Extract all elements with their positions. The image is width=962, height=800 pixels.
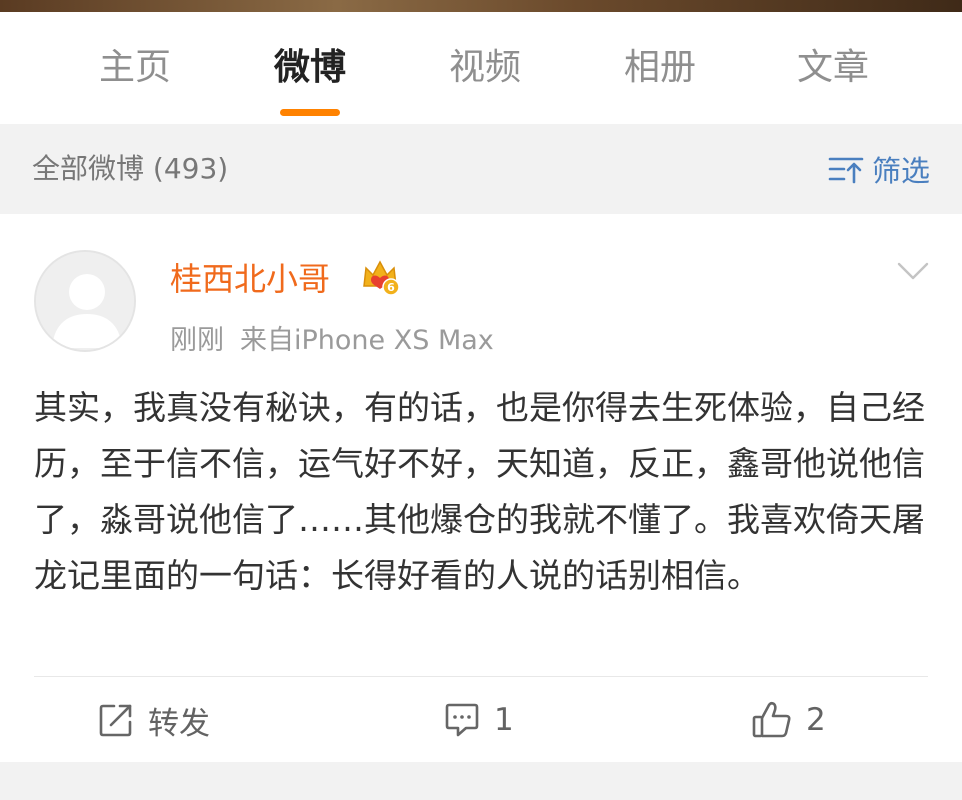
filter-button-label: 筛选 bbox=[871, 154, 930, 188]
profile-tab-bar: 主页 微博 视频 相册 文章 bbox=[0, 12, 962, 124]
tab-articles-label: 文章 bbox=[796, 47, 869, 88]
post-meta: 刚刚 来自iPhone XS Max bbox=[170, 318, 510, 357]
thumbs-up-icon bbox=[752, 701, 791, 738]
action-divider bbox=[34, 676, 928, 677]
feed-count-title: 全部微博 (493) bbox=[32, 152, 229, 185]
comment-icon bbox=[445, 703, 479, 737]
vip-level-label: 6 bbox=[387, 281, 395, 294]
tab-weibo-label: 微博 bbox=[273, 47, 346, 88]
default-avatar-icon bbox=[36, 252, 134, 350]
chevron-down-icon[interactable] bbox=[896, 258, 930, 284]
top-banner-strip bbox=[0, 0, 962, 12]
feed-gap bbox=[0, 762, 962, 800]
repost-button[interactable]: 转发 bbox=[98, 678, 210, 762]
like-count: 2 bbox=[806, 702, 826, 738]
tab-albums[interactable]: 相册 bbox=[575, 12, 745, 124]
tab-albums-label: 相册 bbox=[623, 47, 696, 88]
like-button[interactable]: 2 bbox=[752, 678, 826, 762]
tab-articles[interactable]: 文章 bbox=[748, 12, 918, 124]
tab-videos-label: 视频 bbox=[448, 47, 521, 88]
post-content: 其实，我真没有秘诀，有的话，也是你得去生死体验，自己经历，至于信不信，运气好不好… bbox=[34, 388, 925, 595]
active-tab-indicator bbox=[280, 109, 340, 116]
weibo-post-card: 桂西北小哥 6 刚刚 来自iPhone XS Max 其实，我真没有秘诀，有的话，… bbox=[0, 214, 962, 762]
tab-weibo[interactable]: 微博 bbox=[225, 12, 395, 124]
post-time: 刚刚 bbox=[170, 325, 224, 356]
avatar[interactable] bbox=[34, 250, 136, 352]
comment-count: 1 bbox=[494, 702, 514, 738]
tab-videos[interactable]: 视频 bbox=[400, 12, 570, 124]
repost-icon bbox=[99, 704, 132, 737]
repost-label: 转发 bbox=[148, 705, 210, 742]
post-username[interactable]: 桂西北小哥 bbox=[170, 254, 330, 300]
post-action-bar: 转发 1 2 bbox=[0, 678, 962, 762]
tab-home-label: 主页 bbox=[98, 47, 171, 88]
feed-filter-bar: 全部微博 (493) 筛选 bbox=[0, 124, 962, 214]
filter-button[interactable]: 筛选 bbox=[828, 124, 930, 214]
filter-sort-icon bbox=[828, 157, 864, 184]
post-source: 来自iPhone XS Max bbox=[240, 325, 494, 356]
comment-button[interactable]: 1 bbox=[444, 678, 514, 762]
vip-crown-icon[interactable]: 6 bbox=[360, 256, 400, 296]
tab-home[interactable]: 主页 bbox=[50, 12, 220, 124]
